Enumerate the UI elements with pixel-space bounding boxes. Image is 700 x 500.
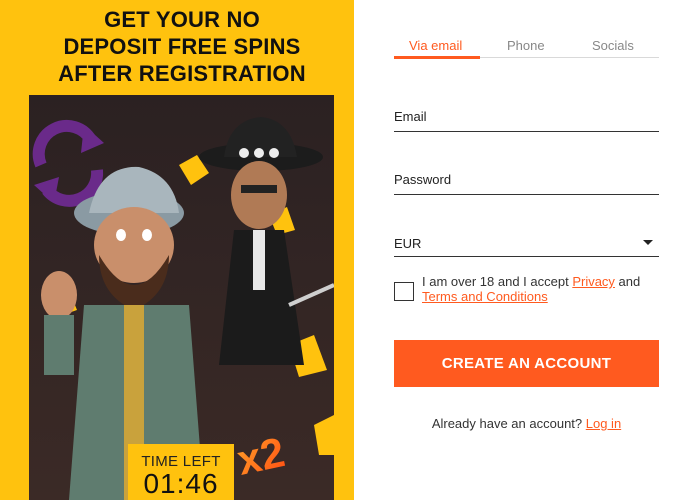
tab-phone[interactable]: Phone bbox=[507, 38, 545, 53]
currency-value: EUR bbox=[394, 236, 422, 251]
email-field-wrapper bbox=[394, 108, 659, 132]
consent-and: and bbox=[614, 274, 641, 289]
multiplier-x: x2 bbox=[233, 428, 288, 484]
tab-via-email[interactable]: Via email bbox=[409, 38, 462, 53]
create-account-button[interactable]: CREATE AN ACCOUNT bbox=[394, 340, 659, 387]
login-prompt-text: Already have an account? bbox=[431, 416, 586, 431]
timer-value: 01:46 bbox=[143, 468, 219, 499]
promo-headline-line: AFTER REGISTRATION bbox=[58, 61, 306, 86]
consent-prefix: I am over 18 and I accept bbox=[422, 274, 573, 289]
active-tab-indicator bbox=[394, 56, 480, 59]
promo-illustration: x2 bbox=[29, 95, 334, 500]
privacy-link[interactable]: Privacy bbox=[572, 274, 615, 289]
email-field[interactable] bbox=[394, 108, 659, 125]
promo-headline-line: GET YOUR NO bbox=[104, 7, 260, 32]
tab-socials[interactable]: Socials bbox=[592, 38, 634, 53]
password-field[interactable] bbox=[394, 171, 659, 188]
terms-link[interactable]: Terms and Conditions bbox=[422, 289, 548, 304]
promo-artwork: x2 bbox=[29, 95, 334, 500]
promo-headline: GET YOUR NO DEPOSIT FREE SPINS AFTER REG… bbox=[0, 6, 354, 87]
currency-select[interactable]: EUR bbox=[394, 233, 659, 257]
consent-text: I am over 18 and I accept Privacy and Te… bbox=[422, 274, 664, 304]
login-prompt: Already have an account? Log in bbox=[394, 416, 659, 431]
password-field-wrapper bbox=[394, 171, 659, 195]
registration-form: Via email Phone Socials EUR I am over 18… bbox=[354, 0, 700, 500]
age-consent-checkbox[interactable] bbox=[394, 282, 414, 301]
promo-panel: GET YOUR NO DEPOSIT FREE SPINS AFTER REG… bbox=[0, 0, 354, 500]
registration-tabs: Via email Phone Socials bbox=[394, 38, 659, 59]
login-link[interactable]: Log in bbox=[586, 416, 621, 431]
promo-headline-line: DEPOSIT FREE SPINS bbox=[63, 34, 301, 59]
chevron-down-icon bbox=[643, 240, 653, 245]
countdown-timer: TIME LEFT 01:46 bbox=[128, 444, 234, 500]
